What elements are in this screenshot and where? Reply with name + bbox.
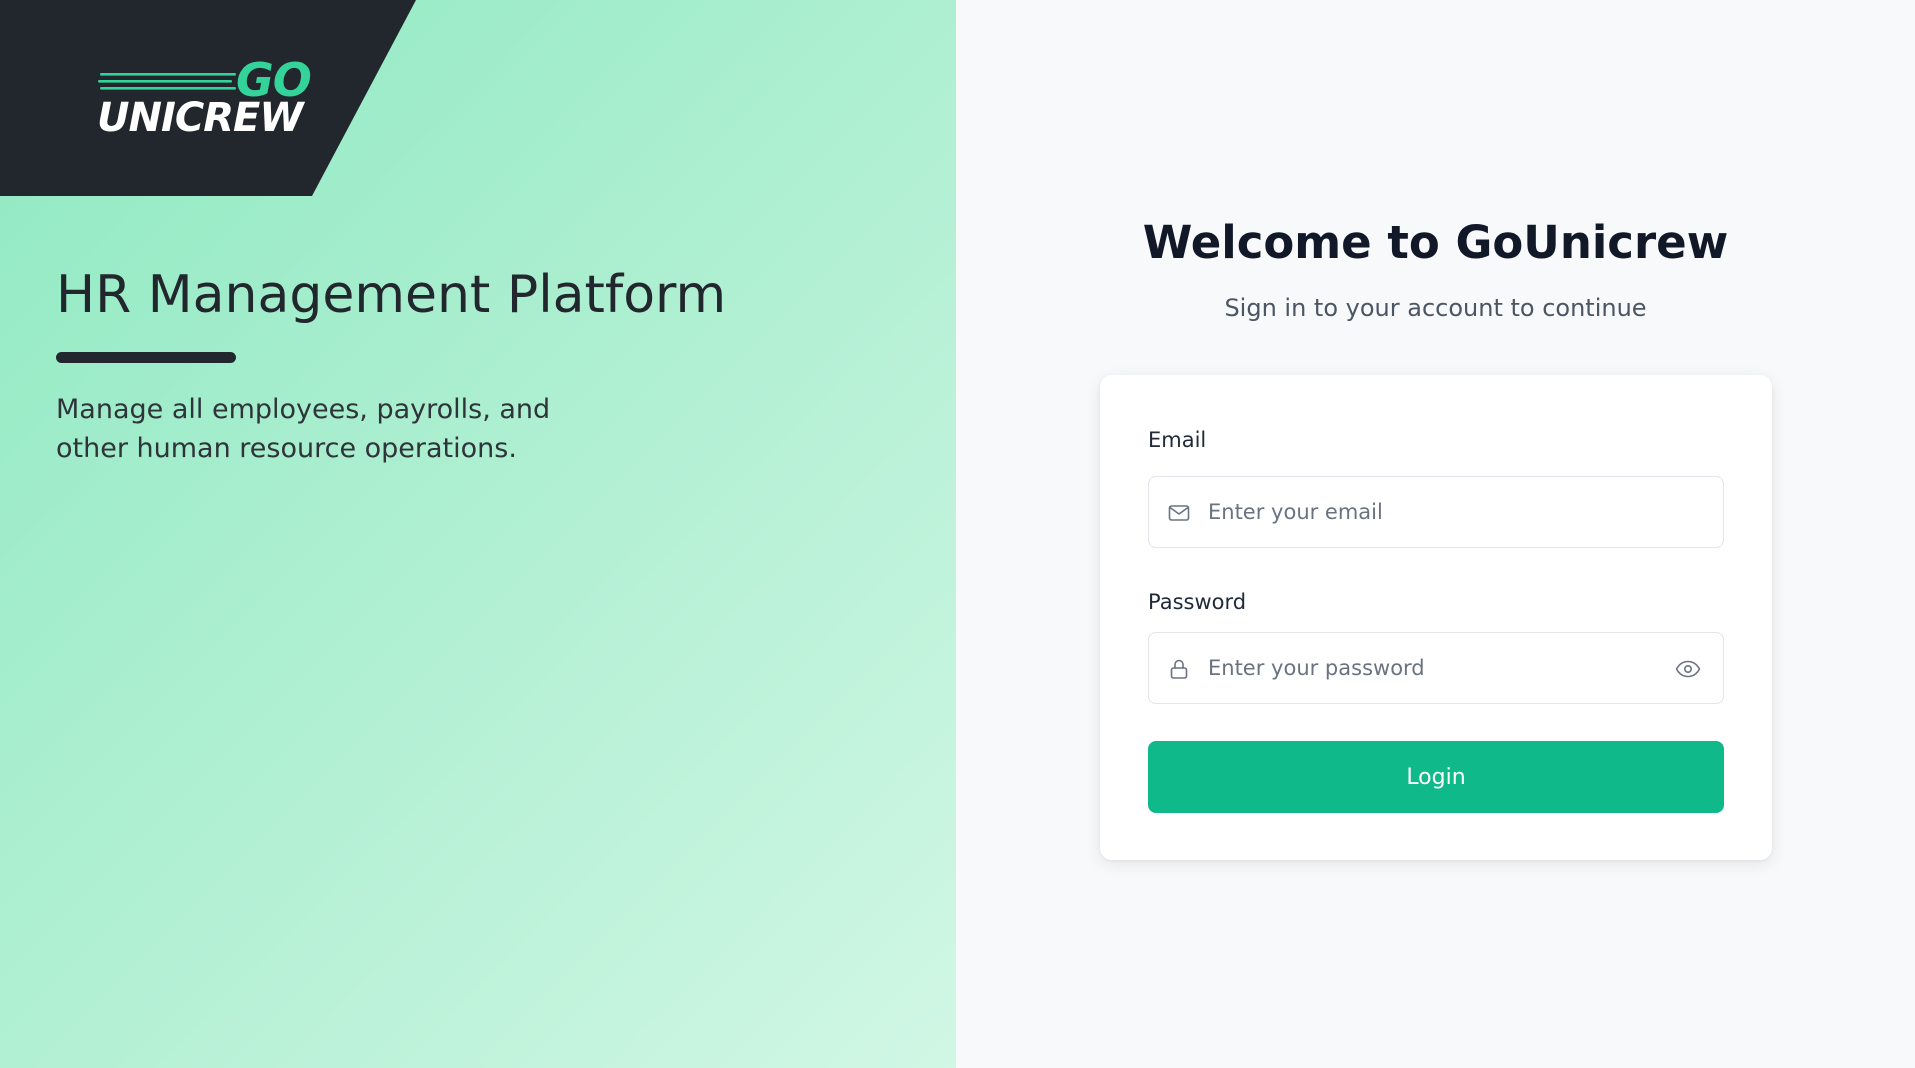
welcome-subheading: Sign in to your account to continue [1224,294,1647,322]
login-button[interactable]: Login [1148,741,1724,813]
hero-title: HR Management Platform [56,265,727,325]
lock-icon [1170,659,1188,679]
mail-icon [1168,505,1190,521]
password-label: Password [1148,590,1247,614]
password-field-wrapper[interactable] [1148,632,1724,704]
password-input[interactable] [1208,633,1678,703]
email-field-wrapper[interactable] [1148,476,1724,548]
logo-unicrew-text: UNICREW [97,95,303,141]
hero-description: Manage all employees, payrolls, and othe… [56,394,551,464]
eye-icon[interactable] [1675,657,1701,681]
hero-divider [56,352,236,363]
logo-speed-lines [98,73,236,90]
welcome-heading: Welcome to GoUnicrew [1142,216,1729,269]
email-input[interactable] [1208,477,1678,547]
email-label: Email [1148,428,1207,452]
branding-panel: GO UNICREW HR Management Platform Manage… [0,0,956,1068]
login-card: Email Password Login [1100,375,1772,860]
